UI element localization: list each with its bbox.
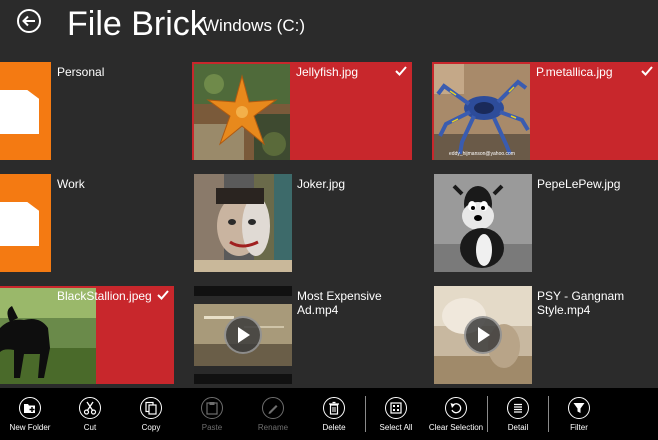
file-tile-blackstallion[interactable]: BlackStallion.jpeg bbox=[0, 286, 174, 384]
copy-icon bbox=[140, 397, 162, 419]
button-label: Cut bbox=[83, 423, 97, 432]
file-name: Personal bbox=[57, 65, 105, 79]
thumbnail-video bbox=[194, 286, 292, 384]
file-name: BlackStallion.jpeg bbox=[57, 289, 152, 303]
filter-button[interactable]: Filter bbox=[549, 388, 609, 440]
folder-tile-personal[interactable]: Personal bbox=[0, 62, 170, 160]
button-label: Detail bbox=[507, 423, 529, 432]
thumbnail-image bbox=[194, 64, 290, 160]
file-tile-joker[interactable]: Joker.jpg bbox=[194, 174, 412, 272]
thumbnail-image bbox=[194, 174, 292, 272]
file-name: PSY - Gangnam Style.mp4 bbox=[537, 289, 625, 317]
file-tile-psy-gangnam[interactable]: PSY - Gangnam Style.mp4 bbox=[434, 286, 658, 384]
file-name: PepeLePew.jpg bbox=[537, 177, 621, 191]
button-label: Filter bbox=[570, 423, 588, 432]
file-tile-jellyfish[interactable]: Jellyfish.jpg bbox=[192, 62, 412, 160]
play-icon[interactable] bbox=[224, 316, 262, 354]
file-name: P.metallica.jpg bbox=[536, 65, 613, 79]
file-name: Most Expensive Ad.mp4 bbox=[297, 289, 382, 317]
scissors-icon bbox=[79, 397, 101, 419]
thumbnail-video bbox=[434, 286, 532, 384]
play-icon[interactable] bbox=[464, 316, 502, 354]
undo-icon bbox=[445, 397, 467, 419]
file-tile-pepelepew[interactable]: PepeLePew.jpg bbox=[434, 174, 658, 272]
rename-button[interactable]: Rename bbox=[243, 388, 303, 440]
button-label: Delete bbox=[322, 423, 346, 432]
select-all-button[interactable]: Select All bbox=[366, 388, 426, 440]
cut-button[interactable]: Cut bbox=[60, 388, 120, 440]
trash-icon bbox=[323, 397, 345, 419]
folder-icon bbox=[0, 62, 51, 160]
file-name: Joker.jpg bbox=[297, 177, 346, 191]
checkmark-icon bbox=[641, 66, 653, 76]
copy-button[interactable]: Copy bbox=[121, 388, 181, 440]
clear-selection-button[interactable]: Clear Selection bbox=[426, 388, 486, 440]
thumbnail-image bbox=[434, 174, 532, 272]
folder-icon bbox=[0, 174, 51, 272]
paste-button[interactable]: Paste bbox=[182, 388, 242, 440]
detail-button[interactable]: Detail bbox=[488, 388, 548, 440]
select-all-icon bbox=[385, 397, 407, 419]
button-label: Rename bbox=[257, 423, 289, 432]
paste-icon bbox=[201, 397, 223, 419]
file-tile-most-expensive-ad[interactable]: Most Expensive Ad.mp4 bbox=[194, 286, 412, 384]
button-label: Clear Selection bbox=[428, 423, 484, 432]
delete-button[interactable]: Delete bbox=[304, 388, 364, 440]
button-label: Paste bbox=[201, 423, 223, 432]
pencil-icon bbox=[262, 397, 284, 419]
file-name: Work bbox=[57, 177, 85, 191]
new-folder-icon bbox=[19, 397, 41, 419]
filter-icon bbox=[568, 397, 590, 419]
detail-list-icon bbox=[507, 397, 529, 419]
file-grid: Personal Jellyfish.jpg eddy_hijmanson@ya… bbox=[0, 0, 658, 388]
checkmark-icon bbox=[395, 66, 407, 76]
button-label: Copy bbox=[141, 423, 161, 432]
folder-tile-work[interactable]: Work bbox=[0, 174, 170, 272]
button-label: New Folder bbox=[9, 423, 51, 432]
file-name: Jellyfish.jpg bbox=[296, 65, 359, 79]
image-caption: eddy_hijmanson@yahoo.com bbox=[449, 151, 515, 157]
file-tile-pmetallica[interactable]: eddy_hijmanson@yahoo.com P.metallica.jpg bbox=[432, 62, 658, 160]
new-folder-button[interactable]: New Folder bbox=[0, 388, 60, 440]
button-label: Select All bbox=[379, 423, 413, 432]
thumbnail-image: eddy_hijmanson@yahoo.com bbox=[434, 64, 530, 160]
app-bar: New Folder Cut Copy Paste Rename Delete bbox=[0, 388, 658, 440]
checkmark-icon bbox=[157, 290, 169, 300]
